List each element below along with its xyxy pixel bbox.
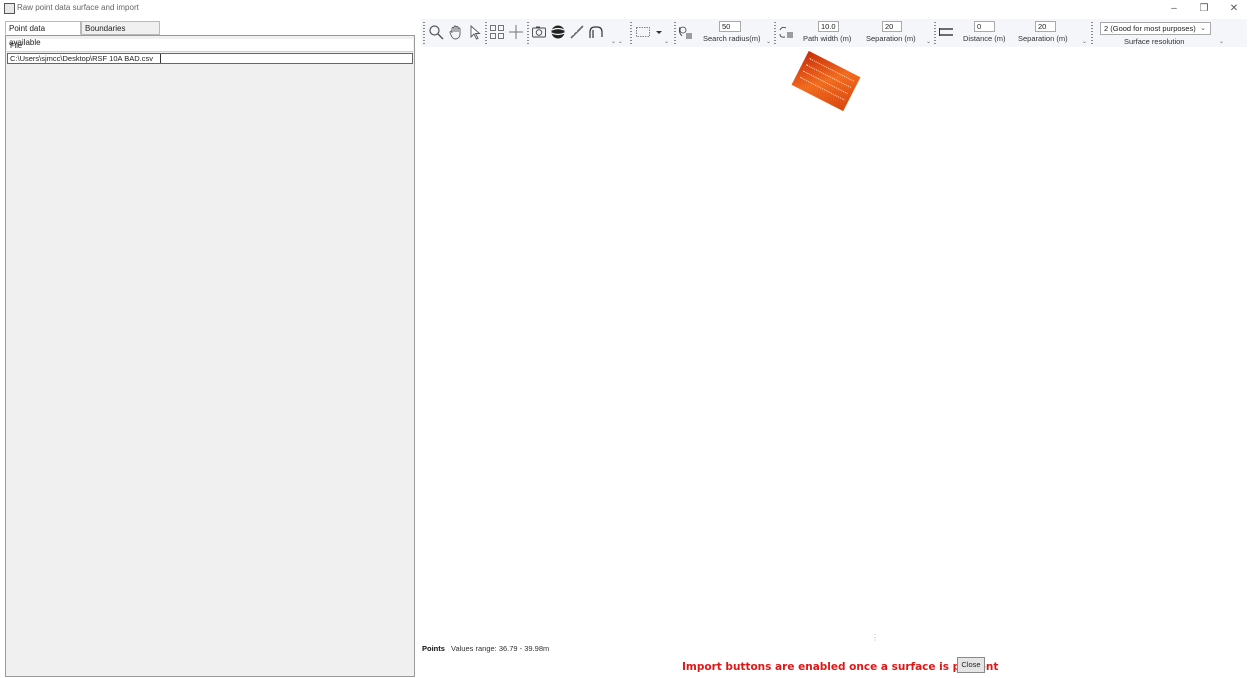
toolbar-separator — [527, 22, 529, 44]
table-row[interactable]: C:\Users\sjmcc\Desktop\RSF 10A BAD.csv — [7, 53, 413, 64]
distance-input[interactable]: 0 — [974, 21, 995, 32]
surface-resolution-select[interactable]: 2 (Good for most purposes) ⌄ — [1100, 22, 1211, 35]
camera-icon[interactable] — [531, 24, 547, 40]
import-message: Import buttons are enabled once a surfac… — [682, 661, 999, 673]
minimize-button[interactable]: – — [1162, 2, 1186, 16]
app-icon — [4, 3, 15, 14]
toolbar-separator — [774, 22, 776, 44]
zoom-icon[interactable] — [428, 24, 444, 40]
path-tool-icon[interactable] — [588, 24, 604, 40]
path-separation-label: Separation (m) — [866, 34, 916, 43]
search-radius-label: Search radius(m) — [703, 34, 761, 43]
toolbar-grip[interactable] — [423, 22, 425, 44]
tab-point-data[interactable]: Point data available — [5, 21, 81, 47]
toolbar-overflow-icon[interactable]: ⌄ — [926, 38, 931, 45]
toolbar-overflow-icon[interactable]: ⌄ — [1082, 38, 1087, 45]
search-radius-input[interactable]: 50 — [719, 21, 741, 32]
points-status: Points Values range: 36.79 - 39.98m — [422, 644, 549, 653]
zoom-extents-icon[interactable] — [489, 24, 505, 40]
distance-separation-input[interactable]: 20 — [1035, 21, 1056, 32]
close-window-button[interactable]: ✕ — [1222, 2, 1246, 16]
toolbar-separator — [1091, 22, 1093, 44]
select-pointer-icon[interactable] — [467, 24, 483, 40]
toolbar-separator — [630, 22, 632, 44]
resize-grip: ⋮ — [871, 633, 879, 642]
toolbar-separator — [674, 22, 676, 44]
chevron-down-icon: ⌄ — [1200, 25, 1206, 32]
toolbar-overflow-icon[interactable]: ⌄ ⌄ — [611, 38, 623, 45]
pan-hand-icon[interactable] — [448, 24, 464, 40]
distance-label: Distance (m) — [963, 34, 1006, 43]
file-path-cell: C:\Users\sjmcc\Desktop\RSF 10A BAD.csv — [10, 54, 153, 63]
window-title: Raw point data surface and import — [17, 3, 139, 12]
restore-button[interactable]: ❐ — [1192, 2, 1216, 16]
points-label: Points — [422, 644, 445, 653]
globe-icon[interactable] — [550, 24, 566, 40]
title-bar: Raw point data surface and import – ❐ ✕ — [0, 0, 1252, 18]
distance-icon[interactable] — [938, 24, 954, 40]
toolbar-separator — [485, 22, 487, 44]
left-panel: Point data available Boundaries availabl… — [5, 20, 416, 678]
values-range: Values range: 36.79 - 39.98m — [451, 644, 550, 653]
point-data-surface[interactable] — [791, 50, 861, 112]
measure-ruler-icon[interactable] — [569, 24, 585, 40]
close-button[interactable]: Close — [957, 657, 985, 673]
path-separation-input[interactable]: 20 — [882, 21, 902, 32]
path-width-label: Path width (m) — [803, 34, 852, 43]
surface-resolution-value: 2 (Good for most purposes) — [1104, 24, 1196, 33]
file-list: File C:\Users\sjmcc\Desktop\RSF 10A BAD.… — [5, 35, 415, 677]
toolbar: ⌄ ⌄ ⌄ 50 Search radius(m) ⌄ 10.0 Path wi… — [421, 19, 1247, 47]
text-cursor — [160, 54, 161, 63]
toolbar-overflow-icon[interactable]: ⌄ — [1219, 38, 1224, 45]
distance-separation-label: Separation (m) — [1018, 34, 1068, 43]
chevron-down-icon[interactable] — [651, 24, 662, 40]
toolbar-separator — [934, 22, 936, 44]
path-width-icon[interactable] — [778, 24, 794, 40]
map-view[interactable] — [421, 48, 1247, 636]
file-column-header[interactable]: File — [7, 39, 413, 52]
toolbar-overflow-icon[interactable]: ⌄ — [664, 38, 669, 45]
search-radius-icon[interactable] — [677, 24, 693, 40]
tab-boundaries[interactable]: Boundaries available — [81, 21, 160, 47]
surface-resolution-label: Surface resolution — [1124, 37, 1185, 46]
path-width-input[interactable]: 10.0 — [818, 21, 839, 32]
toolbar-overflow-icon[interactable]: ⌄ — [766, 38, 771, 45]
rectangle-select-icon[interactable] — [635, 24, 651, 40]
crosshair-icon[interactable] — [508, 24, 524, 40]
